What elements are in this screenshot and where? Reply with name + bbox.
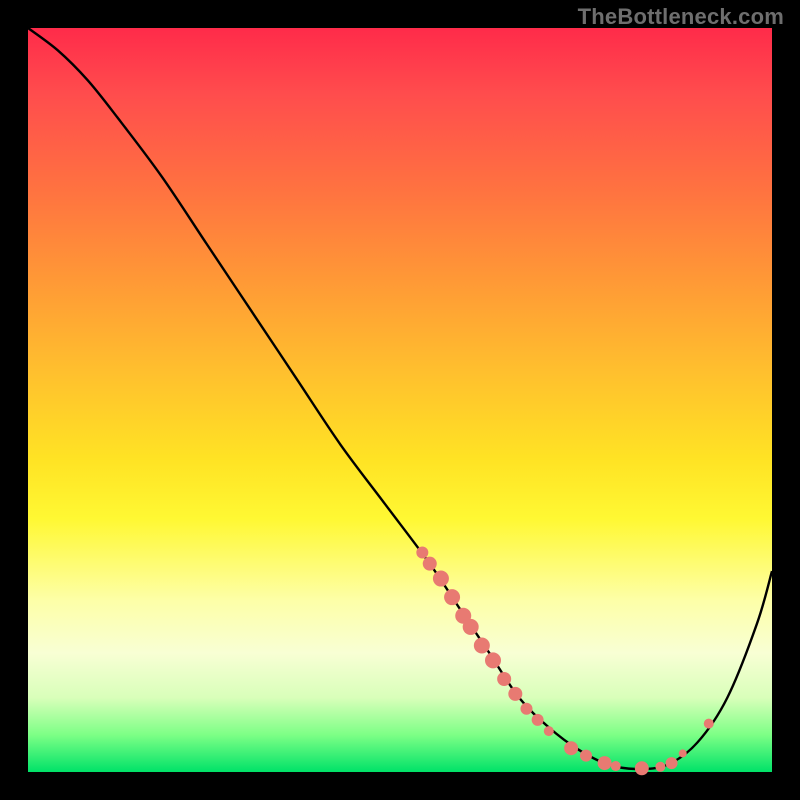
- data-point: [544, 726, 554, 736]
- data-point: [416, 547, 428, 559]
- bottleneck-curve: [28, 28, 772, 769]
- curve-layer: [28, 28, 772, 772]
- data-point: [580, 750, 592, 762]
- data-point: [704, 719, 714, 729]
- data-point: [508, 687, 522, 701]
- data-point: [564, 741, 578, 755]
- data-point: [635, 761, 649, 775]
- data-point: [444, 589, 460, 605]
- data-point: [679, 749, 687, 757]
- data-point: [532, 714, 544, 726]
- data-point: [423, 557, 437, 571]
- data-point: [433, 571, 449, 587]
- data-point: [655, 762, 665, 772]
- data-point: [666, 757, 678, 769]
- figure-root: TheBottleneck.com: [0, 0, 800, 800]
- data-point: [463, 619, 479, 635]
- data-point: [497, 672, 511, 686]
- data-point: [474, 638, 490, 654]
- watermark-text: TheBottleneck.com: [578, 4, 784, 30]
- data-point: [611, 761, 621, 771]
- data-point: [485, 652, 501, 668]
- data-point: [598, 756, 612, 770]
- data-point: [520, 703, 532, 715]
- plot-area: [28, 28, 772, 772]
